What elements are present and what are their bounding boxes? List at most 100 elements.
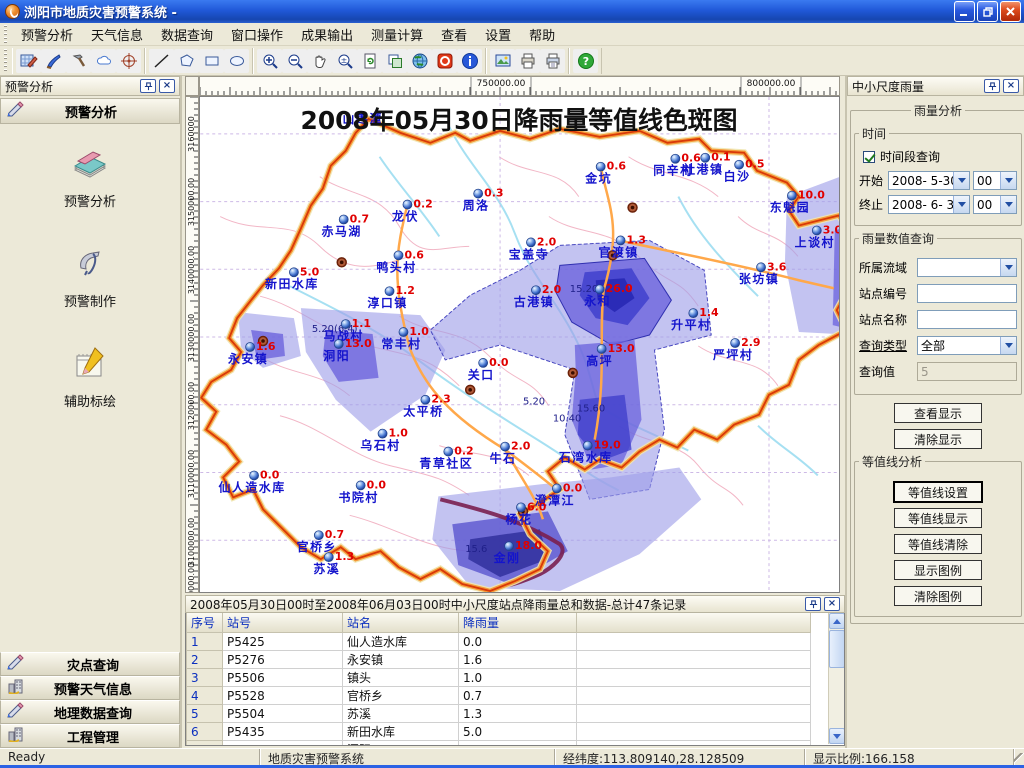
contour-button-2[interactable]: 等值线显示 bbox=[894, 508, 982, 528]
cloud-button[interactable] bbox=[91, 49, 116, 73]
start-hour-select[interactable]: 00 bbox=[973, 171, 1017, 190]
draw-polygon-button[interactable] bbox=[174, 49, 199, 73]
sidebar-item-2[interactable]: 预警制作 bbox=[30, 242, 150, 310]
refresh-page-button[interactable] bbox=[357, 49, 382, 73]
basin-select[interactable] bbox=[917, 258, 1017, 277]
station-rainfall-table[interactable]: 序号站号站名降雨量1P5425仙人造水库0.02P5276永安镇1.63P550… bbox=[186, 613, 811, 746]
zoom-out-button[interactable] bbox=[282, 49, 307, 73]
contour-button-1[interactable]: 等值线设置 bbox=[894, 482, 982, 502]
svg-text:石湾水库: 石湾水库 bbox=[558, 450, 613, 465]
sidebar-bar-2[interactable]: 预警天气信息 bbox=[0, 676, 180, 700]
crosshair-button[interactable] bbox=[116, 49, 141, 73]
scroll-up-button[interactable] bbox=[829, 613, 845, 629]
column-header bbox=[577, 613, 811, 633]
menu-item-6[interactable]: 测量计算 bbox=[362, 22, 432, 47]
table-row[interactable]: 5P5504苏溪1.3 bbox=[187, 705, 811, 723]
end-date-select[interactable]: 2008- 6- 3 bbox=[888, 195, 970, 214]
zoom-extent-icon: ± bbox=[336, 52, 354, 70]
contour-button-5[interactable]: 清除图例 bbox=[894, 586, 982, 606]
zoom-in-button[interactable] bbox=[257, 49, 282, 73]
svg-text:3120000.00: 3120000.00 bbox=[187, 382, 196, 430]
minimize-button[interactable] bbox=[954, 1, 975, 22]
toolbar: ±? bbox=[0, 46, 1024, 76]
table-row[interactable]: 6P5435新田水库5.0 bbox=[187, 723, 811, 741]
close-button[interactable] bbox=[1000, 1, 1021, 22]
station-name-input[interactable] bbox=[917, 310, 1017, 329]
pan-hand-button[interactable] bbox=[307, 49, 332, 73]
paint-brush-button[interactable] bbox=[41, 49, 66, 73]
warning-analysis-group-header[interactable]: 预警分析 bbox=[0, 98, 180, 124]
close-icon[interactable]: × bbox=[159, 79, 175, 93]
restore-button[interactable] bbox=[977, 1, 998, 22]
checkbox-icon[interactable] bbox=[863, 151, 875, 163]
menu-item-8[interactable]: 设置 bbox=[476, 22, 520, 47]
toolbar-grip[interactable] bbox=[2, 49, 10, 72]
query-button-2[interactable]: 清除显示 bbox=[894, 429, 982, 449]
menu-item-7[interactable]: 查看 bbox=[432, 22, 476, 47]
map-image-button[interactable] bbox=[490, 49, 515, 73]
pin-icon[interactable] bbox=[984, 79, 1000, 93]
table-row[interactable]: 4P5528官桥乡0.7 bbox=[187, 687, 811, 705]
scroll-down-button[interactable] bbox=[829, 728, 845, 744]
menu-item-1[interactable]: 预警分析 bbox=[12, 22, 82, 47]
svg-text:永和: 永和 bbox=[583, 293, 611, 308]
table-cell: 1.0 bbox=[459, 669, 577, 687]
end-hour-select[interactable]: 00 bbox=[973, 195, 1017, 214]
draw-line-button[interactable] bbox=[149, 49, 174, 73]
menu-grip[interactable] bbox=[2, 25, 10, 43]
sidebar-item-1[interactable]: 预警分析 bbox=[30, 142, 150, 210]
print-preview-button[interactable] bbox=[540, 49, 565, 73]
hammer-button[interactable] bbox=[66, 49, 91, 73]
analysis-map-button[interactable] bbox=[16, 49, 41, 73]
sidebar-bar-1[interactable]: 灾点查询 bbox=[0, 652, 180, 676]
draw-rectangle-icon bbox=[203, 52, 221, 70]
close-icon[interactable]: × bbox=[824, 597, 840, 611]
draw-rectangle-button[interactable] bbox=[199, 49, 224, 73]
draw-ellipse-button[interactable] bbox=[224, 49, 249, 73]
close-icon[interactable]: × bbox=[1003, 79, 1019, 93]
pin-icon[interactable] bbox=[805, 597, 821, 611]
contour-button-4[interactable]: 显示图例 bbox=[894, 560, 982, 580]
table-cell: 7 bbox=[187, 741, 223, 747]
menu-item-3[interactable]: 数据查询 bbox=[152, 22, 222, 47]
help-button[interactable]: ? bbox=[573, 49, 598, 73]
poi-marker bbox=[568, 368, 577, 377]
ruler-corner bbox=[185, 76, 199, 96]
svg-text:750000.00: 750000.00 bbox=[477, 79, 526, 89]
start-date-select[interactable]: 2008- 5-30 bbox=[888, 171, 970, 190]
map-canvas[interactable]: 5.20(6.4)15.205.2015.6010.4015.6 山枣潭0.1社… bbox=[199, 96, 840, 593]
table-scrollbar[interactable] bbox=[828, 613, 844, 744]
info-button[interactable] bbox=[457, 49, 482, 73]
table-cell bbox=[577, 741, 811, 747]
scroll-thumb[interactable] bbox=[829, 630, 845, 668]
stop-icon bbox=[436, 52, 454, 70]
sidebar-bar-4[interactable]: 工程管理 bbox=[0, 724, 180, 748]
table-cell: P5506 bbox=[223, 669, 343, 687]
copy-layers-button[interactable] bbox=[382, 49, 407, 73]
svg-text:牛石: 牛石 bbox=[490, 451, 517, 466]
station-number-input[interactable] bbox=[917, 284, 1017, 303]
map-image-icon bbox=[494, 52, 512, 70]
table-cell: 5 bbox=[187, 705, 223, 723]
pin-icon[interactable] bbox=[140, 79, 156, 93]
print-button[interactable] bbox=[515, 49, 540, 73]
zoom-extent-button[interactable]: ± bbox=[332, 49, 357, 73]
menu-item-9[interactable]: 帮助 bbox=[520, 22, 564, 47]
table-row[interactable]: 2P5276永安镇1.6 bbox=[187, 651, 811, 669]
globe-button[interactable] bbox=[407, 49, 432, 73]
table-row[interactable]: 7P5310洞阳13.0 bbox=[187, 741, 811, 747]
sidebar-item-label: 预警制作 bbox=[64, 291, 116, 310]
stop-button[interactable] bbox=[432, 49, 457, 73]
time-range-checkbox[interactable]: 时间段查询 bbox=[863, 148, 1017, 165]
contour-button-3[interactable]: 等值线清除 bbox=[894, 534, 982, 554]
menu-item-4[interactable]: 窗口操作 bbox=[222, 22, 292, 47]
query-button-1[interactable]: 查看显示 bbox=[894, 403, 982, 423]
resize-grip[interactable] bbox=[1014, 749, 1024, 765]
menu-item-2[interactable]: 天气信息 bbox=[82, 22, 152, 47]
sidebar-item-3[interactable]: 辅助标绘 bbox=[30, 342, 150, 410]
menu-item-5[interactable]: 成果输出 bbox=[292, 22, 362, 47]
table-row[interactable]: 1P5425仙人造水库0.0 bbox=[187, 633, 811, 651]
table-row[interactable]: 3P5506镇头1.0 bbox=[187, 669, 811, 687]
sidebar-bar-3[interactable]: 地理数据查询 bbox=[0, 700, 180, 724]
query-type-select[interactable]: 全部 bbox=[917, 336, 1017, 355]
